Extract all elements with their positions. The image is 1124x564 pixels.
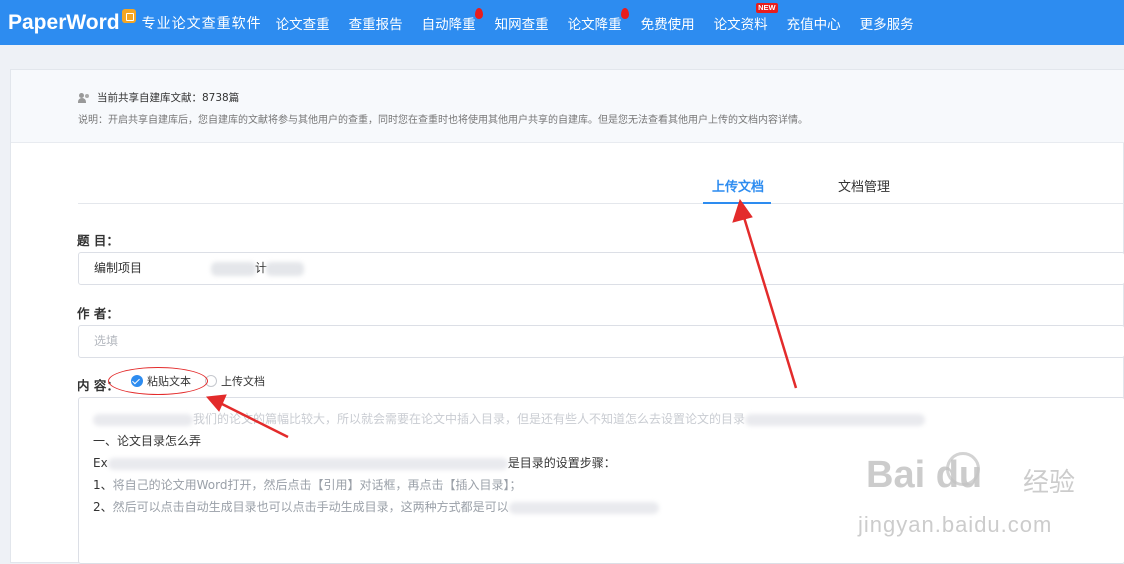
radio-label: 上传文档 [221,375,265,388]
active-tab-indicator [703,202,771,204]
notice-description: 说明：开启共享自建库后，您自建库的文献将参与其他用户的查重，同时您在查重时也将使… [78,115,808,126]
top-nav-bar: PaperWord 专业论文查重软件 论文查重 查重报告 自动降重 知网查重 论… [0,0,1124,45]
content-line-text: 2、 [93,500,113,514]
content-line-text: 1、 [93,478,113,492]
flame-icon [474,7,483,19]
nav-item-auto-reduce[interactable]: 自动降重 [421,7,483,33]
content-line: 我们的论文的篇幅比较大，所以就会需要在论文中插入目录，但是还有些人不知道怎么去设… [93,408,1124,430]
main-nav: 论文查重 查重报告 自动降重 知网查重 论文降重 免费使用 论文资料 NEW 充值… [276,0,933,45]
nav-label: 论文降重 [567,16,622,33]
redacted-text [107,457,508,470]
baidu-jingyan-watermark: Bai du 经验 jingyan.baidu.com [838,438,1124,563]
author-label: 作 者： [77,306,119,321]
redacted-text [508,501,659,514]
nav-label: 知网查重 [494,16,549,33]
redacted-text [211,262,256,276]
author-placeholder: 选填 [94,334,119,348]
notice-title: 当前共享自建库文献：8738篇 [97,92,240,104]
nav-item-cnki-check[interactable]: 知网查重 [495,13,549,33]
brand-name: PaperWord [8,10,120,34]
content-line-text: 一、论文目录怎么弄 [93,434,202,448]
redacted-text [93,413,193,426]
nav-item-paper-reduce[interactable]: 论文降重 [567,7,629,33]
content-line-text: Ex [93,456,108,470]
nav-label: 论文资料 [713,16,768,33]
tab-bar: 上传文档 文档管理 [78,170,1124,204]
shared-library-notice: 当前共享自建库文献：8738篇 说明：开启共享自建库后，您自建库的文献将参与其他… [11,70,1124,143]
nav-label: 免费使用 [640,16,695,33]
shared-library-count: 当前共享自建库文献：8738篇 [78,90,239,105]
title-label: 题 目： [77,233,119,248]
nav-item-paper-materials[interactable]: 论文资料 NEW [713,2,778,33]
nav-item-free-use[interactable]: 免费使用 [641,13,695,33]
nav-item-recharge[interactable]: 充值中心 [787,13,841,33]
logo-icon [121,8,136,23]
author-input[interactable]: 选填 [78,325,1124,358]
tab-document-management[interactable]: 文档管理 [838,176,890,195]
nav-label: 论文查重 [275,16,330,33]
watermark-url: jingyan.baidu.com [858,512,1053,537]
radio-upload-document[interactable]: 上传文档 [205,373,265,389]
title-input[interactable]: 编制项目 计 [78,252,1124,285]
nav-label: 查重报告 [348,16,403,33]
content-line-text: 我们的论文的篇幅比较大，所以就会需要在论文中插入目录，但是还有些人不知道怎么去设… [193,412,746,426]
nav-item-check-report[interactable]: 查重报告 [349,13,403,33]
flame-icon [620,7,629,19]
nav-item-more-services[interactable]: 更多服务 [860,13,914,33]
users-icon [78,92,92,103]
annotation-ellipse [108,367,208,395]
content-line-text: 然后可以点击自动生成目录也可以点击手动生成目录，这两种方式都是可以 [112,500,509,514]
tab-upload-document[interactable]: 上传文档 [712,176,764,195]
redacted-text [745,413,926,426]
watermark-brand: Bai du [866,454,983,496]
content-line-text: 将自己的论文用Word打开，然后点击【引用】对话框，再点击【插入目录】； [112,478,522,492]
brand-slogan: 专业论文查重软件 [141,15,262,32]
new-badge: NEW [756,2,778,13]
content-line-text: 是目录的设置步骤： [507,456,616,470]
nav-item-paper-check[interactable]: 论文查重 [276,13,330,33]
watermark-cn: 经验 [1023,468,1076,498]
nav-label: 充值中心 [786,16,841,33]
nav-label: 更多服务 [859,16,914,33]
redacted-text [266,262,304,276]
title-input-value: 编制项目 [94,261,143,275]
logo[interactable]: PaperWord 专业论文查重软件 [8,8,262,35]
nav-label: 自动降重 [421,16,476,33]
